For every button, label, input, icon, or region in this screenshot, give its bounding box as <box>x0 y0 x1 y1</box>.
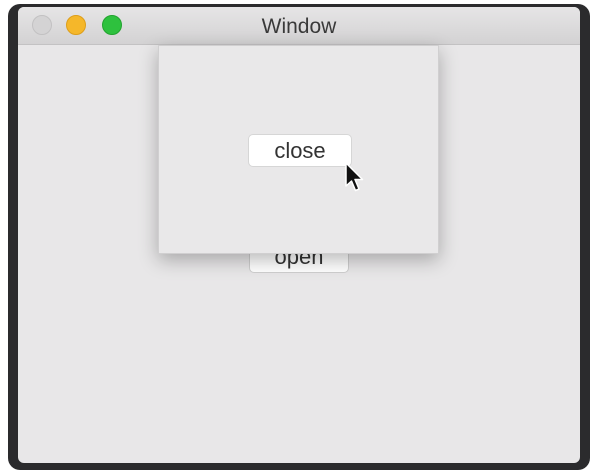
app-window: Window open close <box>18 7 580 463</box>
close-button[interactable]: close <box>248 134 352 167</box>
title-bar[interactable]: Window <box>18 7 580 45</box>
sheet-dialog: close <box>158 45 439 254</box>
arrow-cursor-icon <box>345 162 364 192</box>
window-title: Window <box>261 15 337 38</box>
